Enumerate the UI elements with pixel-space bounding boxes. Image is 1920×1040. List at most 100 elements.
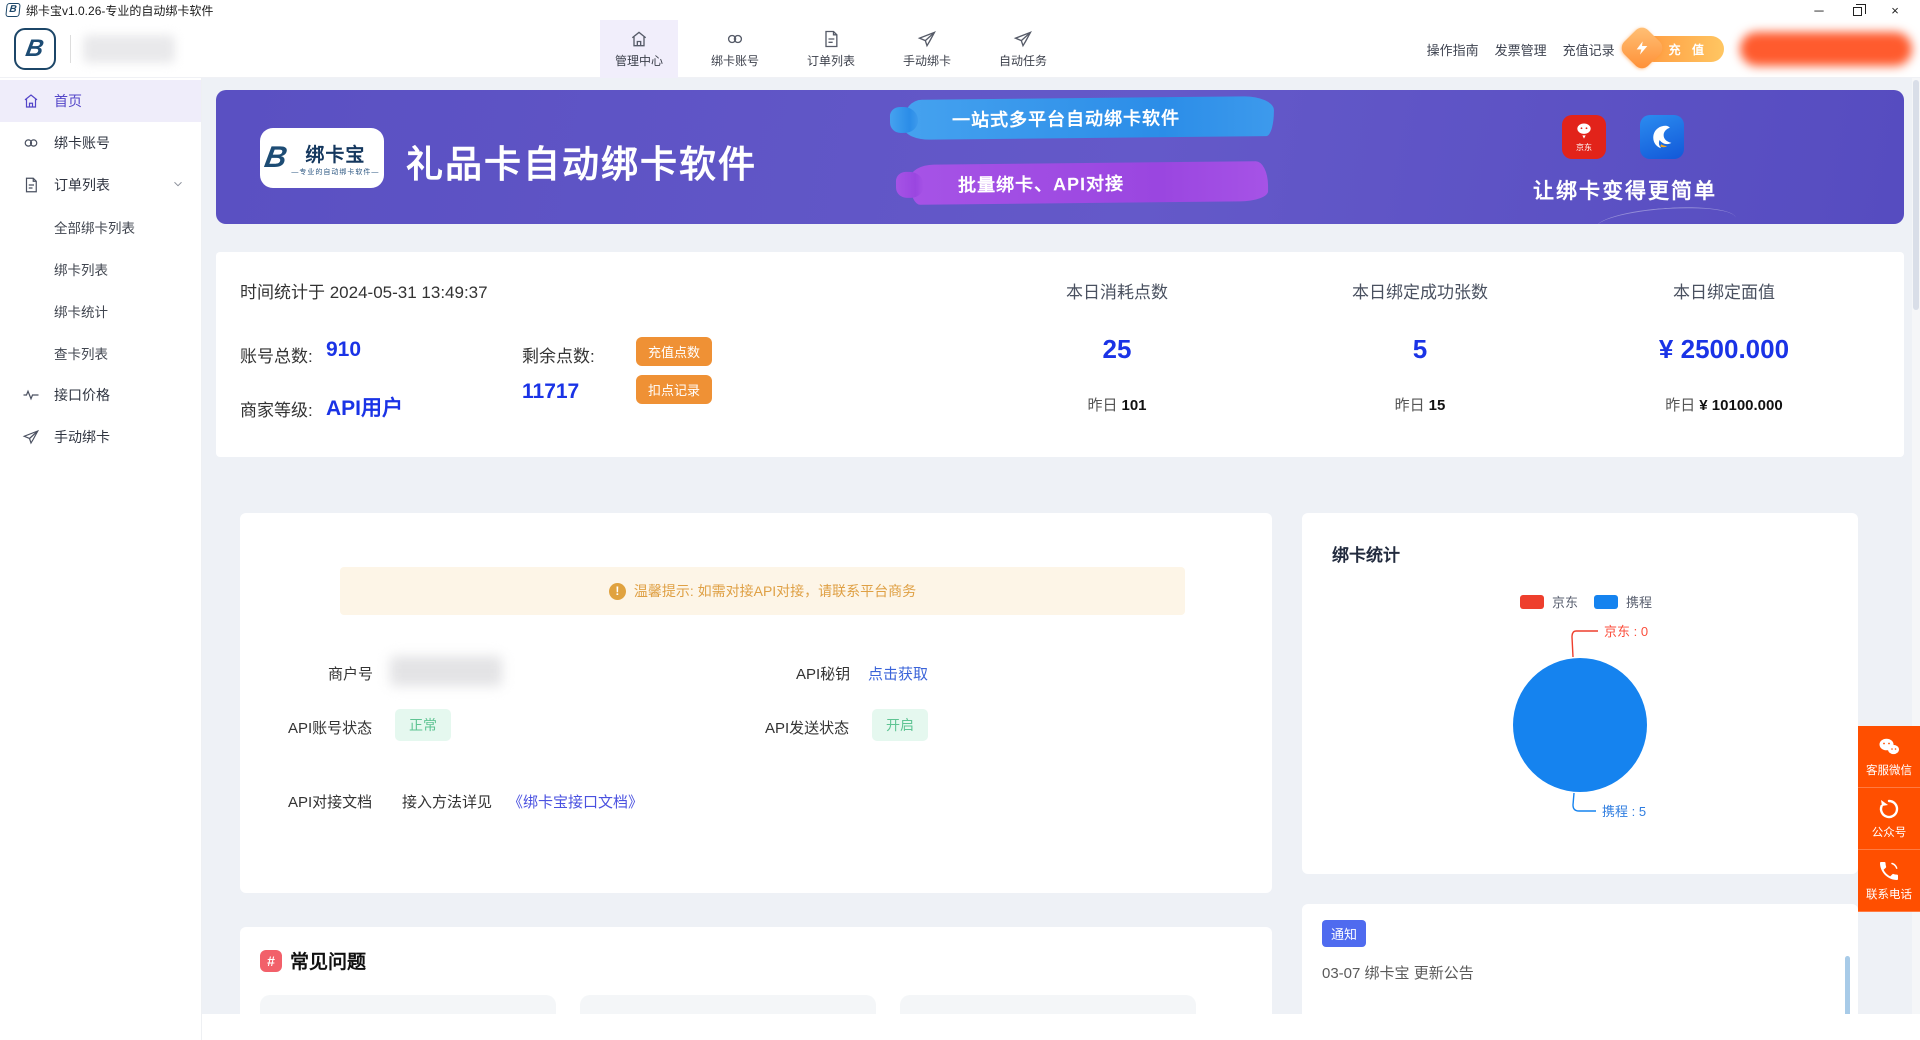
- banner-slogan: 让绑卡变得更简单: [1533, 175, 1717, 205]
- topnav-label: 管理中心: [615, 52, 663, 69]
- api-account-status-label: API账号状态: [288, 717, 372, 738]
- brand-logo-icon: B: [262, 141, 290, 175]
- pie-slice-ctrip[interactable]: [1513, 658, 1647, 792]
- jd-callout-line: [1572, 631, 1598, 657]
- minimize-button[interactable]: ─: [1800, 0, 1838, 20]
- warm-tip-text: 温馨提示: 如需对接API对接，请联系平台商务: [634, 581, 916, 601]
- api-send-status-badge: 开启: [872, 709, 928, 741]
- topnav-label: 订单列表: [807, 52, 855, 69]
- link-icon: [725, 29, 745, 49]
- banner-logo-tagline: —专业的自动绑卡软件—: [291, 167, 379, 177]
- window-title: 绑卡宝v1.0.26-专业的自动绑卡软件: [26, 2, 213, 19]
- sidebar-item-api-price[interactable]: 接口价格: [0, 374, 201, 416]
- topnav-label: 自动任务: [999, 52, 1047, 69]
- topnav-item-bind-card-account[interactable]: 绑卡账号: [696, 20, 774, 78]
- link-icon: [22, 134, 40, 152]
- header-brand: B: [14, 28, 175, 70]
- blurred-user-button[interactable]: [1740, 32, 1912, 66]
- pie-chart: 京东 携程 京东 : 0 携程 : 5: [1302, 553, 1858, 873]
- api-account-status-badge: 正常: [395, 709, 451, 741]
- deduct-record-button[interactable]: 扣点记录: [636, 375, 712, 404]
- ctrip-app-icon: [1640, 115, 1684, 159]
- api-doc-text: 接入方法详见: [402, 791, 492, 812]
- document-icon: [821, 29, 841, 49]
- api-doc-link[interactable]: 《绑卡宝接口文档》: [508, 791, 643, 812]
- legend-label-jd[interactable]: 京东: [1552, 595, 1578, 610]
- window-titlebar: B 绑卡宝v1.0.26-专业的自动绑卡软件 ─ ×: [0, 0, 1920, 20]
- banner-ribbon-2: 批量绑卡、API对接: [910, 161, 1268, 205]
- official-account-icon: [1877, 797, 1901, 821]
- link-recharge-record[interactable]: 充值记录: [1563, 40, 1615, 59]
- sidebar-label: 接口价格: [54, 385, 110, 405]
- warning-icon: !: [609, 583, 626, 600]
- merchant-level-label: 商家等级:: [240, 396, 313, 421]
- jd-app-icon: 京东: [1562, 115, 1606, 159]
- banner-headline: 礼品卡自动绑卡软件: [406, 134, 757, 188]
- sidebar-item-manual-bind[interactable]: 手动绑卡: [0, 416, 201, 458]
- topnav-item-management-center[interactable]: 管理中心: [600, 20, 678, 78]
- notice-item[interactable]: 03-07 绑卡宝 更新公告: [1322, 962, 1474, 983]
- sidebar-item-check-card-list[interactable]: 查卡列表: [0, 332, 201, 374]
- restore-button[interactable]: [1838, 0, 1876, 20]
- legend-swatch-ctrip[interactable]: [1594, 595, 1618, 609]
- recharge-points-button[interactable]: 充值点数: [636, 337, 712, 366]
- banner-logo: B 绑卡宝 —专业的自动绑卡软件—: [260, 128, 384, 188]
- contact-phone-button[interactable]: 联系电话: [1858, 850, 1920, 912]
- sidebar-item-all-bind-card-list[interactable]: 全部绑卡列表: [0, 206, 201, 248]
- api-secret-label: API秘钥: [796, 663, 850, 684]
- sidebar-label: 订单列表: [54, 175, 110, 195]
- stat-column-yesterday: 昨日15: [1395, 394, 1446, 415]
- blurred-account-name: [83, 35, 175, 63]
- chevron-down-icon: [171, 177, 185, 194]
- jd-icon-label: 京东: [1576, 142, 1592, 153]
- topnav-item-auto-task[interactable]: 自动任务: [984, 20, 1062, 78]
- topnav-item-manual-bind[interactable]: 手动绑卡: [888, 20, 966, 78]
- topnav-item-order-list[interactable]: 订单列表: [792, 20, 870, 78]
- app-header: B 管理中心 绑卡账号 订单列表 手动绑卡 自动任务 操作指南 发票管理 充值记…: [0, 20, 1920, 78]
- account-total-value: 910: [326, 338, 361, 362]
- link-operation-guide[interactable]: 操作指南: [1427, 40, 1479, 59]
- official-account-button[interactable]: 公众号: [1858, 788, 1920, 850]
- link-invoice-management[interactable]: 发票管理: [1495, 40, 1547, 59]
- sidebar-item-bind-card-account[interactable]: 绑卡账号: [0, 122, 201, 164]
- sidebar-item-order-list[interactable]: 订单列表: [0, 164, 201, 206]
- sidebar-label: 手动绑卡: [54, 427, 110, 447]
- api-secret-get-link[interactable]: 点击获取: [868, 663, 928, 684]
- ctrip-callout-line: [1573, 793, 1596, 811]
- close-button[interactable]: ×: [1876, 0, 1914, 20]
- points-label: 剩余点数:: [522, 342, 595, 367]
- stat-column-value: 25: [1103, 334, 1132, 365]
- stats-timestamp: 时间统计于 2024-05-31 13:49:37: [240, 278, 488, 303]
- topnav-label: 手动绑卡: [903, 52, 951, 69]
- home-icon: [629, 29, 649, 49]
- float-button-label: 客服微信: [1866, 762, 1912, 778]
- recharge-button[interactable]: 充 值: [1641, 36, 1724, 62]
- sidebar-item-bind-card-stats[interactable]: 绑卡统计: [0, 290, 201, 332]
- stat-column-value: ¥ 2500.000: [1659, 334, 1789, 365]
- api-send-status-label: API发送状态: [765, 717, 849, 738]
- banner-logo-title: 绑卡宝: [305, 140, 365, 167]
- phone-icon: [1877, 859, 1901, 883]
- legend-swatch-jd[interactable]: [1520, 595, 1544, 609]
- floating-contact-stack: 客服微信 公众号 联系电话: [1858, 726, 1920, 912]
- sidebar: 首页 绑卡账号 订单列表 全部绑卡列表 绑卡列表 绑卡统计 查卡列表 接口价格 …: [0, 78, 202, 1040]
- send-icon: [22, 428, 40, 446]
- stat-column-yesterday: 昨日101: [1087, 394, 1146, 415]
- stat-column-title: 本日消耗点数: [1066, 278, 1168, 303]
- send-icon: [917, 29, 937, 49]
- header-divider: [70, 35, 71, 63]
- legend-label-ctrip[interactable]: 携程: [1626, 595, 1652, 610]
- promo-banner: B 绑卡宝 —专业的自动绑卡软件— 礼品卡自动绑卡软件 一站式多平台自动绑卡软件…: [216, 90, 1904, 224]
- sidebar-item-bind-card-list[interactable]: 绑卡列表: [0, 248, 201, 290]
- app-logo-icon: B: [5, 3, 20, 17]
- banner-ribbon-1: 一站式多平台自动绑卡软件: [904, 96, 1274, 140]
- content-scrollbar-thumb[interactable]: [1913, 80, 1919, 310]
- sidebar-item-home[interactable]: 首页: [0, 80, 201, 122]
- notice-badge: 通知: [1322, 920, 1366, 947]
- brand-logo-icon: B: [14, 28, 56, 70]
- float-button-label: 联系电话: [1866, 886, 1912, 902]
- customer-service-wechat-button[interactable]: 客服微信: [1858, 726, 1920, 788]
- hash-icon: #: [260, 950, 282, 972]
- stat-column-value: 5: [1413, 334, 1427, 365]
- blurred-merchant-id-value: [390, 656, 502, 686]
